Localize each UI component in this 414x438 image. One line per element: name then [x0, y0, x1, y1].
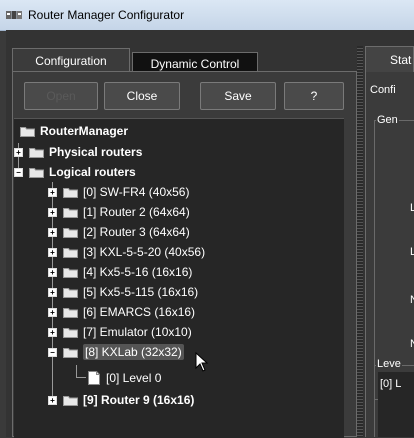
router-manager-window: Router Manager Configurator Configuratio… — [0, 0, 414, 438]
open-button[interactable]: Open — [24, 82, 98, 110]
panel-splitter[interactable] — [357, 46, 363, 437]
tree-node-label: [8] KXLab (32x32) — [83, 344, 184, 360]
expand-icon[interactable]: + — [48, 267, 57, 277]
title-bar[interactable]: Router Manager Configurator — [0, 0, 414, 31]
expand-icon[interactable]: + — [48, 307, 57, 317]
folder-icon — [29, 167, 44, 178]
expand-icon[interactable]: + — [48, 187, 57, 197]
levels-group-label: Leve — [376, 358, 402, 370]
tree-node-router[interactable]: + [5] Kx5-5-115 (16x16) — [48, 282, 198, 302]
tree-node-label: [0] Level 0 — [106, 371, 162, 385]
tree-node-router[interactable]: + [4] Kx5-5-16 (16x16) — [48, 262, 192, 282]
tree-node-level[interactable]: [0] Level 0 — [88, 368, 161, 388]
field-label: L — [410, 246, 414, 258]
expand-icon[interactable]: + — [14, 147, 23, 157]
expand-icon[interactable]: + — [48, 207, 57, 217]
tree-node-label: [9] Router 9 (16x16) — [83, 393, 195, 407]
tree-connector — [76, 377, 86, 378]
config-section-label: Confi — [370, 84, 396, 96]
tree-node-label: [4] Kx5-5-16 (16x16) — [83, 265, 193, 279]
tree-node-physical-routers[interactable]: + Physical routers — [14, 142, 142, 162]
tree-node-label: [0] SW-FR4 (40x56) — [83, 185, 190, 199]
expand-icon[interactable]: + — [48, 227, 57, 237]
expand-icon[interactable]: + — [48, 247, 57, 257]
router-tree[interactable]: RouterManager + Physical routers − Logic… — [14, 118, 344, 438]
folder-icon — [63, 287, 78, 298]
expand-icon[interactable]: + — [48, 395, 57, 405]
tree-node-label: [5] Kx5-5-115 (16x16) — [83, 285, 199, 299]
document-icon — [88, 371, 100, 385]
router-manager-app-icon — [6, 8, 22, 22]
tree-node-router[interactable]: + [1] Router 2 (64x64) — [48, 202, 190, 222]
tab-configuration[interactable]: Configuration — [12, 48, 130, 72]
tree-node-router[interactable]: + [9] Router 9 (16x16) — [48, 390, 194, 410]
expand-icon[interactable]: + — [48, 287, 57, 297]
expand-icon[interactable]: + — [48, 327, 57, 337]
levels-list-item[interactable]: [0] L — [380, 378, 401, 390]
folder-icon — [63, 267, 78, 278]
mouse-pointer-icon — [195, 351, 209, 372]
folder-icon — [63, 207, 78, 218]
levels-list[interactable]: [0] L — [378, 372, 414, 437]
tree-node-label: [2] Router 3 (64x64) — [83, 225, 190, 239]
main-tabs: Configuration Dynamic Control — [12, 48, 258, 74]
folder-icon — [63, 307, 78, 318]
help-button[interactable]: ? — [284, 82, 344, 110]
folder-icon — [63, 187, 78, 198]
folder-icon — [29, 147, 44, 158]
tree-node-label: Logical routers — [49, 165, 136, 179]
folder-icon — [63, 347, 78, 358]
tree-node-router-selected[interactable]: − [8] KXLab (32x32) — [48, 342, 184, 362]
tree-node-label: Physical routers — [49, 145, 143, 159]
general-group-label: Gen — [376, 114, 399, 126]
folder-icon — [63, 227, 78, 238]
tree-node-root[interactable]: RouterManager — [20, 121, 128, 141]
tab-status[interactable]: Stat — [365, 46, 414, 72]
tree-connector — [76, 365, 77, 377]
folder-icon — [63, 247, 78, 258]
tree-node-router[interactable]: + [2] Router 3 (64x64) — [48, 222, 190, 242]
tree-node-label: [1] Router 2 (64x64) — [83, 205, 190, 219]
collapse-icon[interactable]: − — [14, 167, 23, 177]
field-label: N — [410, 294, 414, 306]
save-button[interactable]: Save — [200, 82, 276, 110]
tree-node-router[interactable]: + [0] SW-FR4 (40x56) — [48, 182, 189, 202]
tree-node-label: [7] Emulator (10x10) — [83, 325, 192, 339]
tree-node-router[interactable]: + [7] Emulator (10x10) — [48, 322, 192, 342]
tree-node-label: [6] EMARCS (16x16) — [83, 305, 196, 319]
tree-node-router[interactable]: + [6] EMARCS (16x16) — [48, 302, 195, 322]
folder-icon — [63, 327, 78, 338]
tree-node-logical-routers[interactable]: − Logical routers — [14, 162, 136, 182]
right-panel: Confi Gen L L N N Leve [0] L — [365, 72, 414, 437]
tree-node-router[interactable]: + [3] KXL-5-5-20 (40x56) — [48, 242, 205, 262]
window-title: Router Manager Configurator — [28, 8, 185, 22]
field-label: N — [410, 338, 414, 350]
field-label: L — [410, 202, 414, 214]
collapse-icon[interactable]: − — [48, 347, 57, 357]
folder-icon — [63, 395, 78, 406]
tree-node-label: [3] KXL-5-5-20 (40x56) — [83, 245, 206, 259]
close-button[interactable]: Close — [104, 82, 180, 110]
tree-node-label: RouterManager — [40, 124, 129, 138]
folder-icon — [20, 126, 35, 137]
